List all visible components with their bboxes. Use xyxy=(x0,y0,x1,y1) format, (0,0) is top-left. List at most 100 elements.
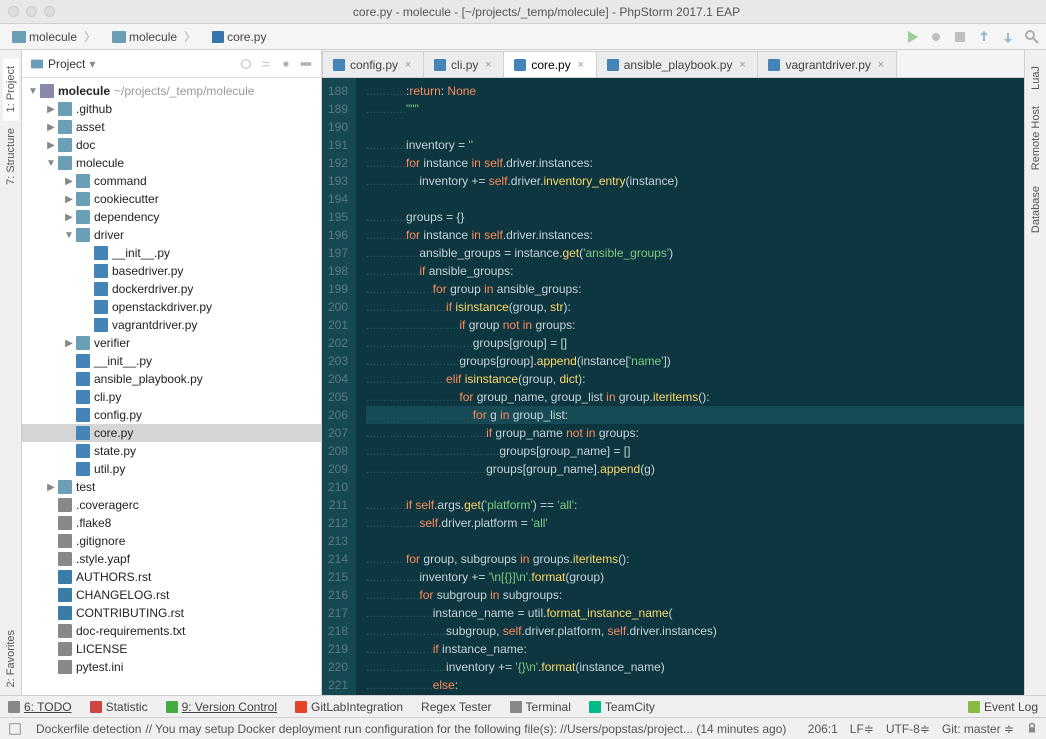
hide-icon[interactable] xyxy=(299,57,313,71)
tree-folder[interactable]: ▶.github xyxy=(22,100,321,118)
tree-file[interactable]: .coveragerc xyxy=(22,496,321,514)
version-control-tool[interactable]: 9: Version Control xyxy=(166,700,277,714)
tree-file[interactable]: __init__.py xyxy=(22,244,321,262)
tree-toggle-icon[interactable]: ▶ xyxy=(44,140,58,151)
tree-folder[interactable]: ▼molecule xyxy=(22,154,321,172)
tree-file[interactable]: core.py xyxy=(22,424,321,442)
tree-file[interactable]: ansible_playbook.py xyxy=(22,370,321,388)
py-icon xyxy=(76,408,90,422)
line-separator[interactable]: LF≑ xyxy=(850,722,874,736)
search-icon[interactable] xyxy=(1024,29,1040,45)
locate-icon[interactable] xyxy=(239,57,253,71)
remote-host-tool-tab[interactable]: Remote Host xyxy=(1028,98,1044,178)
regex-tool[interactable]: Regex Tester xyxy=(421,700,491,714)
vcs-update-icon[interactable] xyxy=(976,29,992,45)
debug-icon[interactable] xyxy=(928,29,944,45)
editor-tab[interactable]: core.py× xyxy=(503,51,596,77)
tree-file[interactable]: .gitignore xyxy=(22,532,321,550)
project-tree[interactable]: ▼molecule~/projects/_temp/molecule▶.gith… xyxy=(22,78,321,695)
tree-toggle-icon[interactable]: ▶ xyxy=(62,176,76,187)
tree-toggle-icon[interactable]: ▶ xyxy=(44,104,58,115)
folder-icon xyxy=(76,174,90,188)
tree-file[interactable]: util.py xyxy=(22,460,321,478)
tree-file[interactable]: LICENSE xyxy=(22,640,321,658)
tree-file[interactable]: CONTRIBUTING.rst xyxy=(22,604,321,622)
python-file-icon xyxy=(514,59,526,71)
tree-file[interactable]: pytest.ini xyxy=(22,658,321,676)
minimize-window[interactable] xyxy=(26,6,37,17)
status-icon[interactable] xyxy=(8,722,22,736)
editor-tab[interactable]: config.py× xyxy=(322,51,424,77)
tree-file[interactable]: basedriver.py xyxy=(22,262,321,280)
statistic-tool[interactable]: Statistic xyxy=(90,700,148,714)
code-content[interactable]: ............:return: None............"""… xyxy=(356,78,1024,695)
tree-toggle-icon[interactable]: ▶ xyxy=(62,338,76,349)
tree-folder[interactable]: ▼molecule~/projects/_temp/molecule xyxy=(22,82,321,100)
tree-file[interactable]: config.py xyxy=(22,406,321,424)
rst-icon xyxy=(58,570,72,584)
tree-label: CHANGELOG.rst xyxy=(76,588,169,602)
tree-file[interactable]: AUTHORS.rst xyxy=(22,568,321,586)
tree-file[interactable]: .flake8 xyxy=(22,514,321,532)
favorites-tool-tab[interactable]: 2: Favorites xyxy=(3,622,19,695)
collapse-icon[interactable] xyxy=(259,57,273,71)
tree-file[interactable]: doc-requirements.txt xyxy=(22,622,321,640)
tree-toggle-icon[interactable]: ▼ xyxy=(26,86,40,97)
tree-file[interactable]: cli.py xyxy=(22,388,321,406)
tree-folder[interactable]: ▶asset xyxy=(22,118,321,136)
code-editor[interactable]: 1881891901911921931941951961971981992002… xyxy=(322,78,1024,695)
breadcrumb-item[interactable]: molecule xyxy=(106,26,202,47)
tree-folder[interactable]: ▶verifier xyxy=(22,334,321,352)
zoom-window[interactable] xyxy=(44,6,55,17)
gear-icon[interactable] xyxy=(279,57,293,71)
encoding[interactable]: UTF-8≑ xyxy=(886,722,930,736)
tree-folder[interactable]: ▶test xyxy=(22,478,321,496)
breadcrumb-item[interactable]: core.py xyxy=(206,28,279,46)
close-tab-icon[interactable]: × xyxy=(737,59,747,71)
tree-label: .flake8 xyxy=(76,516,111,530)
tree-toggle-icon[interactable]: ▼ xyxy=(62,230,76,241)
tree-folder[interactable]: ▶cookiecutter xyxy=(22,190,321,208)
structure-tool-tab[interactable]: 7: Structure xyxy=(3,120,19,193)
tree-folder[interactable]: ▶command xyxy=(22,172,321,190)
tree-toggle-icon[interactable]: ▶ xyxy=(62,212,76,223)
tree-file[interactable]: dockerdriver.py xyxy=(22,280,321,298)
tree-file[interactable]: state.py xyxy=(22,442,321,460)
tree-file[interactable]: openstackdriver.py xyxy=(22,298,321,316)
tree-toggle-icon[interactable]: ▶ xyxy=(44,122,58,133)
lock-icon[interactable] xyxy=(1026,722,1038,734)
close-tab-icon[interactable]: × xyxy=(876,59,886,71)
tree-folder[interactable]: ▶doc xyxy=(22,136,321,154)
close-window[interactable] xyxy=(8,6,19,17)
tree-file[interactable]: .style.yapf xyxy=(22,550,321,568)
tree-folder[interactable]: ▶dependency xyxy=(22,208,321,226)
stop-icon[interactable] xyxy=(952,29,968,45)
cursor-position[interactable]: 206:1 xyxy=(808,722,838,736)
close-tab-icon[interactable]: × xyxy=(403,59,413,71)
event-log[interactable]: Event Log xyxy=(968,700,1038,714)
luaj-tool-tab[interactable]: LuaJ xyxy=(1028,58,1044,98)
tree-file[interactable]: vagrantdriver.py xyxy=(22,316,321,334)
gitlab-tool[interactable]: GitLabIntegration xyxy=(295,700,403,714)
tree-file[interactable]: CHANGELOG.rst xyxy=(22,586,321,604)
teamcity-tool[interactable]: TeamCity xyxy=(589,700,655,714)
editor-tab[interactable]: vagrantdriver.py× xyxy=(757,51,896,77)
project-tool-tab[interactable]: 1: Project xyxy=(3,58,19,120)
git-branch[interactable]: Git: master ≑ xyxy=(942,722,1014,736)
editor-tab[interactable]: ansible_playbook.py× xyxy=(596,51,759,77)
breadcrumb-item[interactable]: molecule xyxy=(6,26,102,47)
tree-toggle-icon[interactable]: ▶ xyxy=(44,482,58,493)
tree-file[interactable]: __init__.py xyxy=(22,352,321,370)
tree-toggle-icon[interactable]: ▼ xyxy=(44,158,58,169)
terminal-tool[interactable]: Terminal xyxy=(510,700,571,714)
close-tab-icon[interactable]: × xyxy=(576,59,586,71)
tree-toggle-icon[interactable]: ▶ xyxy=(62,194,76,205)
close-tab-icon[interactable]: × xyxy=(483,59,493,71)
database-tool-tab[interactable]: Database xyxy=(1028,178,1044,241)
tree-folder[interactable]: ▼driver xyxy=(22,226,321,244)
vcs-commit-icon[interactable] xyxy=(1000,29,1016,45)
tree-label: .gitignore xyxy=(76,534,125,548)
todo-tool[interactable]: 6: TODO xyxy=(8,700,72,714)
run-icon[interactable] xyxy=(904,29,920,45)
editor-tab[interactable]: cli.py× xyxy=(423,51,504,77)
